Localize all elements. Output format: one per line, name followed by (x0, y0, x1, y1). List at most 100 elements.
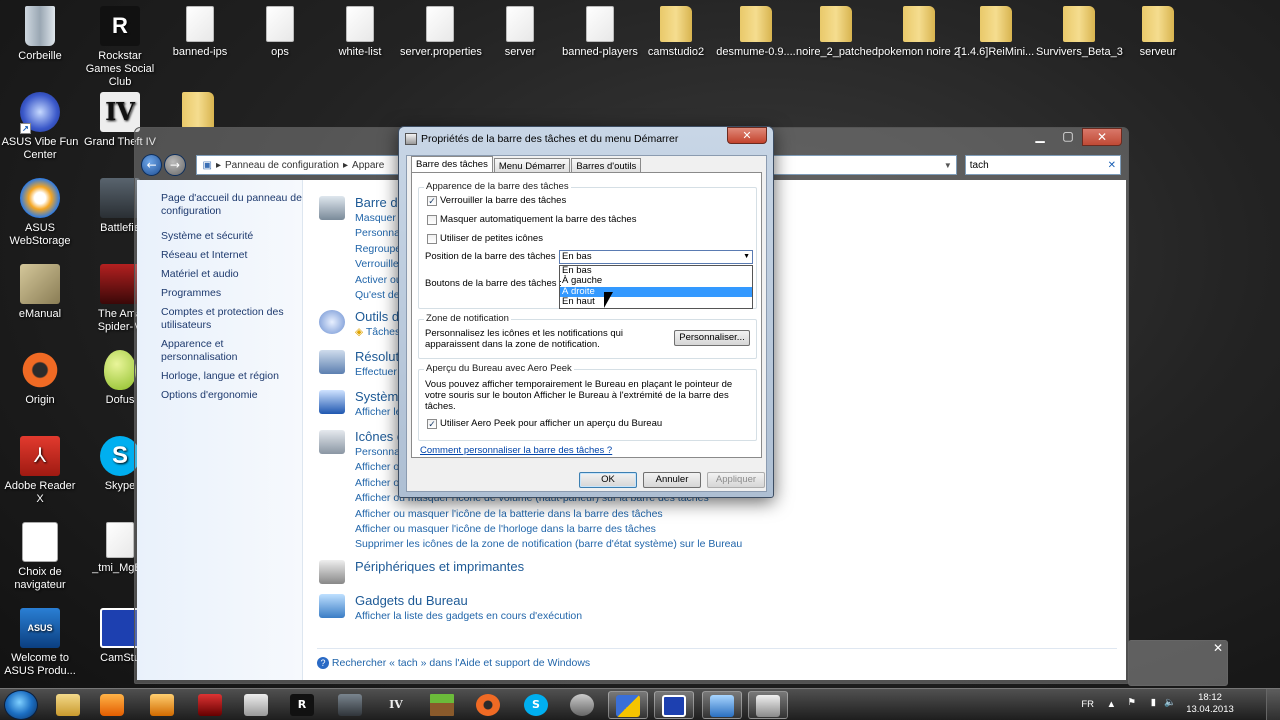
taskbar-calculator[interactable] (236, 691, 276, 719)
help-link[interactable]: Comment personnaliser la barre des tâche… (420, 445, 612, 456)
category-link[interactable]: Supprimer les icônes de la zone de notif… (355, 537, 1117, 552)
nav-system-security[interactable]: Système et sécurité (161, 230, 302, 243)
show-desktop-button[interactable] (1266, 689, 1280, 720)
back-button[interactable]: ← (141, 154, 163, 176)
desktop-icon-file[interactable]: server.properties (400, 6, 482, 59)
gadgets-icon (319, 594, 345, 618)
maximize-button[interactable]: ▢ (1054, 128, 1082, 146)
taskbar: R IV S FR ▲ ⚑ ▮ 🔈 18:12 13.04.2013 (0, 688, 1280, 720)
desktop-icon-folder[interactable]: desmume-0.9.... (716, 6, 796, 59)
desktop-icon-file[interactable]: white-list (320, 6, 400, 59)
desktop-icon-file[interactable]: server (480, 6, 560, 59)
desktop-icon-file[interactable]: ops (240, 6, 320, 59)
desktop-icon-label: Survivers_Beta_3 (1036, 46, 1123, 58)
aero-peek-checkbox[interactable]: ✓ Utiliser Aero Peek pour afficher un ap… (427, 418, 662, 429)
taskbar-media-player[interactable] (92, 691, 132, 719)
search-input[interactable]: tach (970, 160, 989, 171)
lock-taskbar-checkbox[interactable]: ✓ Verrouiller la barre des tâches (427, 195, 566, 206)
search-field[interactable]: tach ✕ (964, 155, 1121, 175)
desktop-icon-folder[interactable]: pokemon noire 2 (876, 6, 962, 59)
desktop-icon-folder[interactable]: [1.4.6]ReiMini... (956, 6, 1036, 59)
close-icon[interactable]: ✕ (1213, 641, 1223, 655)
emanual-icon (20, 264, 60, 304)
minimize-button[interactable]: ▁ (1026, 128, 1054, 146)
tray-up-arrow-icon[interactable]: ▲ (1107, 699, 1116, 710)
nav-clock-region[interactable]: Horloge, langue et région (161, 370, 302, 383)
tab-toolbars[interactable]: Barres d'outils (571, 158, 642, 173)
category-link[interactable]: Afficher ou masquer l'icône de l'horloge… (355, 522, 1117, 537)
desktop-icon-folder-partial[interactable] (180, 92, 216, 132)
nav-hardware[interactable]: Matériel et audio (161, 268, 302, 281)
nav-appearance[interactable]: Apparence et personnalisation (161, 338, 302, 364)
language-indicator[interactable]: FR (1081, 699, 1094, 710)
desktop-icon-file[interactable]: banned-players (560, 6, 640, 59)
apply-button[interactable]: Appliquer (707, 472, 765, 488)
signal-icon[interactable]: ▮ (1151, 697, 1156, 708)
clock[interactable]: 18:12 13.04.2013 (1180, 692, 1240, 716)
cancel-button[interactable]: Annuler (643, 472, 701, 488)
close-button[interactable]: ✕ (1082, 128, 1122, 146)
clear-search-icon[interactable]: ✕ (1108, 160, 1116, 171)
help-search-link[interactable]: Rechercher « tach » dans l'Aide et suppo… (332, 657, 590, 669)
asus-vibe-icon: ↗ (20, 92, 60, 134)
forward-button[interactable]: → (164, 154, 186, 176)
breadcrumb-control-panel[interactable]: Panneau de configuration (225, 160, 339, 171)
category-title[interactable]: Périphériques et imprimantes (355, 558, 1117, 575)
position-select[interactable]: En bas ▼ (559, 250, 753, 264)
taskbar-app[interactable] (142, 691, 182, 719)
tools-icon (319, 310, 345, 334)
taskbar-origin[interactable] (468, 691, 508, 719)
desktop-icon-asus-webstorage[interactable]: ASUS WebStorage (0, 178, 80, 248)
desktop-icon-asus-vibe[interactable]: ↗ ASUS Vibe Fun Center (0, 92, 80, 162)
desktop-icon-origin[interactable]: Origin (0, 350, 80, 407)
taskbar-battlefield[interactable] (330, 691, 370, 719)
desktop-icon-adobe-reader[interactable]: ⅄ Adobe Reader X (0, 436, 80, 506)
nav-accounts[interactable]: Comptes et protection des utilisateurs (161, 306, 302, 332)
category-link[interactable]: Afficher ou masquer l'icône de la batter… (355, 507, 1117, 522)
ok-button[interactable]: OK (579, 472, 637, 488)
taskbar-app2[interactable] (562, 691, 602, 719)
desktop-icon-recycle-bin[interactable]: Corbeille (0, 6, 80, 63)
taskbar-camstudio[interactable] (654, 691, 694, 719)
chevron-down-icon[interactable]: ▼ (944, 161, 952, 170)
autohide-checkbox[interactable]: Masquer automatiquement la barre des tâc… (427, 214, 636, 225)
taskbar-skype[interactable]: S (516, 691, 556, 719)
taskbar-rog[interactable] (190, 691, 230, 719)
desktop-icon-folder[interactable]: noire_2_patched (796, 6, 878, 59)
volume-icon[interactable]: 🔈 (1164, 697, 1176, 708)
taskbar-gta4[interactable]: IV (376, 691, 416, 719)
desktop-icon-welcome-asus[interactable]: ASUS Welcome to ASUS Produ... (0, 608, 80, 678)
taskbar-taskbar-properties[interactable] (748, 691, 788, 719)
desktop-icon-browser-choice[interactable]: Choix de navigateur (0, 522, 80, 592)
taskbar-minecraft[interactable] (422, 691, 462, 719)
desktop-icon-file[interactable]: banned-ips (160, 6, 240, 59)
taskbar-control-panel[interactable] (608, 691, 648, 719)
desktop-icon-rockstar[interactable]: R Rockstar Games Social Club (80, 6, 160, 89)
nav-network[interactable]: Réseau et Internet (161, 249, 302, 262)
flag-icon[interactable]: ⚑ (1127, 697, 1136, 708)
help-search-footer[interactable]: ? Rechercher « tach » dans l'Aide et sup… (317, 648, 1117, 669)
nav-programs[interactable]: Programmes (161, 287, 302, 300)
taskbar-rockstar[interactable]: R (282, 691, 322, 719)
nav-home[interactable]: Page d'accueil du panneau de configurati… (161, 192, 302, 218)
tab-taskbar[interactable]: Barre des tâches (411, 156, 493, 173)
desktop-icon-folder[interactable]: camstudio2 (636, 6, 716, 59)
desktop-icon-folder[interactable]: Survivers_Beta_3 (1036, 6, 1123, 59)
customize-button[interactable]: Personnaliser... (674, 330, 750, 346)
nav-ease-of-access[interactable]: Options d'ergonomie (161, 389, 302, 402)
taskbar-explorer[interactable] (48, 691, 88, 719)
category-link[interactable]: Afficher la liste des gadgets en cours d… (355, 609, 1117, 624)
small-icons-checkbox[interactable]: Utiliser de petites icônes (427, 233, 543, 244)
position-option-top[interactable]: En haut (560, 296, 752, 307)
desktop-icon-folder[interactable]: serveur (1118, 6, 1198, 59)
window-preview[interactable]: ✕ (1128, 640, 1228, 686)
dialog-close-button[interactable]: ✕ (727, 127, 767, 144)
breadcrumb-appearance[interactable]: Appare (352, 160, 384, 171)
file-icon (266, 6, 294, 42)
tab-start-menu[interactable]: Menu Démarrer (493, 158, 571, 173)
start-button[interactable] (4, 690, 38, 720)
category-title[interactable]: Gadgets du Bureau (355, 592, 1117, 609)
taskbar-display[interactable] (702, 691, 742, 719)
desktop-icon-emanual[interactable]: eManual (0, 264, 80, 321)
dialog-content: Barre des tâches Menu Démarrer Barres d'… (406, 155, 767, 492)
